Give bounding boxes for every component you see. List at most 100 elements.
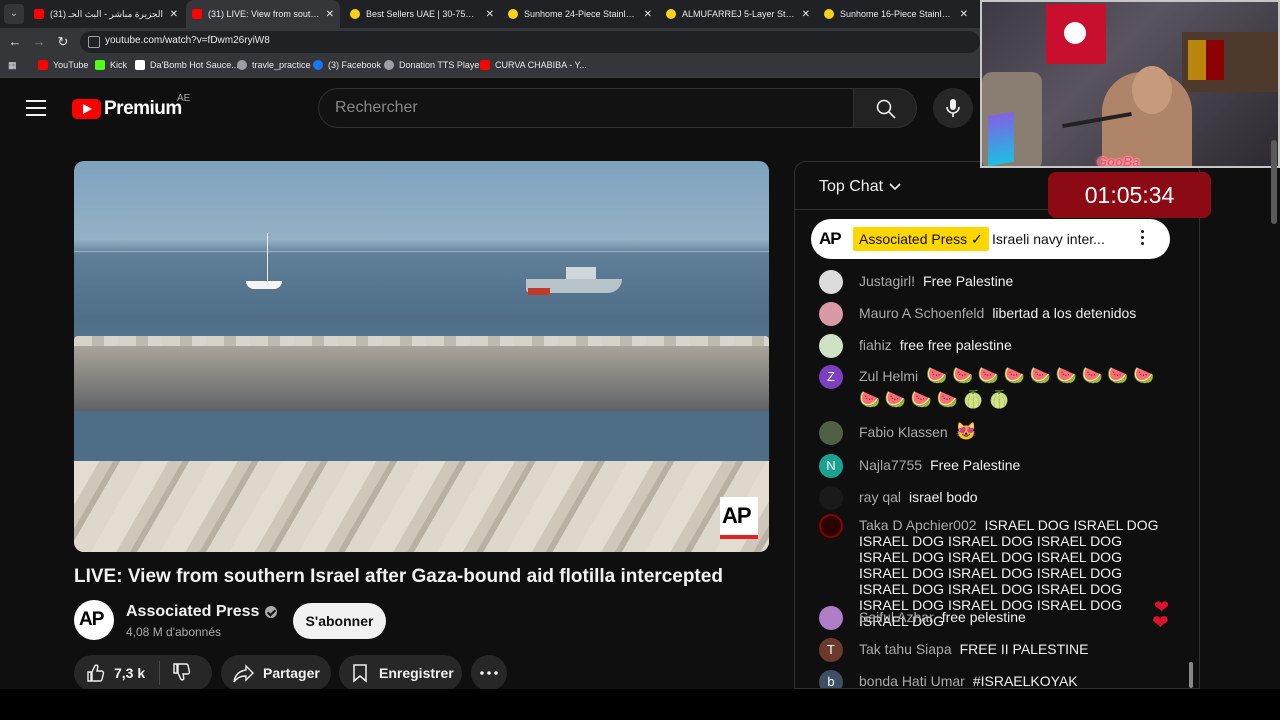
browser-tab-active[interactable]: (31) LIVE: View from southern Is ✕ xyxy=(186,0,340,28)
page-scrollbar[interactable] xyxy=(1271,140,1277,224)
video-title: LIVE: View from southern Israel after Ga… xyxy=(74,566,723,587)
close-tab-icon[interactable]: ✕ xyxy=(802,9,810,20)
browser-tab[interactable]: ALMUFARREJ 5-Layer Stylish Sh ✕ xyxy=(660,0,816,28)
search-icon xyxy=(876,99,896,119)
avatar[interactable]: Z xyxy=(819,365,843,389)
ap-watermark: AP xyxy=(720,497,758,539)
avatar[interactable] xyxy=(819,421,843,445)
bookmark-kick[interactable]: Kick xyxy=(95,60,127,70)
pinned-message-text: Israeli navy inter... xyxy=(992,231,1105,247)
bookmark-dabomb[interactable]: Da'Bomb Hot Sauce... xyxy=(135,60,239,70)
avatar[interactable] xyxy=(819,270,843,294)
globe-icon xyxy=(384,60,394,70)
taskbar-strip xyxy=(0,689,1280,720)
tunisia-flag xyxy=(1046,4,1106,64)
search-button[interactable] xyxy=(853,88,917,128)
like-count: 7,3 k xyxy=(114,665,146,681)
tetrapod-rocks xyxy=(74,461,769,552)
subscriber-count: 4,08 M d'abonnés xyxy=(126,625,222,639)
subscribe-button[interactable]: S'abonner xyxy=(293,603,386,639)
share-button[interactable]: Partager xyxy=(221,655,331,691)
kick-icon xyxy=(95,60,105,70)
share-icon xyxy=(233,664,254,683)
tab-search-button[interactable]: ⌄ xyxy=(4,4,24,24)
back-arrow-icon[interactable]: ← xyxy=(6,33,24,51)
reload-icon[interactable]: ↻ xyxy=(54,33,72,51)
forward-arrow-icon[interactable]: → xyxy=(30,33,48,51)
avatar[interactable] xyxy=(819,334,843,358)
kebab-menu-icon[interactable] xyxy=(1141,230,1145,248)
browser-tab[interactable]: Sunhome 24-Piece Stainless St ✕ xyxy=(502,0,658,28)
stream-timer: 01:05:34 xyxy=(1048,172,1211,218)
menu-icon[interactable] xyxy=(26,100,46,116)
avatar[interactable] xyxy=(819,514,843,538)
youtube-icon xyxy=(480,60,490,70)
pinned-ap-logo: AP xyxy=(819,229,842,248)
avatar[interactable]: b xyxy=(819,670,843,688)
microphone-icon xyxy=(946,99,960,117)
thumbs-up-icon xyxy=(87,664,105,682)
breakwater-wall xyxy=(74,346,769,411)
thumbs-down-icon xyxy=(173,662,191,681)
bookmark-icon xyxy=(353,664,367,683)
search-input[interactable]: Rechercher xyxy=(318,88,854,128)
browser-tab[interactable]: (31) الجزيرة مباشر - البث الحـ ✕ xyxy=(28,0,184,28)
address-bar[interactable]: youtube.com/watch?v=fDwm26ryiW8 xyxy=(80,31,980,53)
live-chat-panel: Top Chat AP Associated Press ✓ Israeli n… xyxy=(794,161,1200,689)
verified-check-icon xyxy=(265,606,278,618)
browser-tab[interactable]: Sunhome 16-Piece Stainless St ✕ xyxy=(818,0,974,28)
apps-grid-icon[interactable]: ▦ xyxy=(8,60,17,71)
compass-icon xyxy=(237,60,247,70)
close-tab-icon[interactable]: ✕ xyxy=(644,9,652,20)
youtube-premium-logo[interactable]: Premium xyxy=(72,98,182,120)
like-button[interactable]: 7,3 k xyxy=(86,663,145,683)
youtube-play-icon xyxy=(72,99,101,119)
pinned-message[interactable]: AP Associated Press ✓ Israeli navy inter… xyxy=(811,219,1170,259)
channel-avatar[interactable]: AP xyxy=(74,600,114,640)
streamer-name: GooBa xyxy=(1097,154,1140,168)
youtube-icon xyxy=(38,60,48,70)
youtube-favicon-icon xyxy=(192,9,202,19)
url-text: youtube.com/watch?v=fDwm26ryiW8 xyxy=(105,35,270,46)
smile-favicon-icon xyxy=(350,9,360,19)
smile-favicon-icon xyxy=(666,9,676,19)
browser-tab[interactable]: Best Sellers UAE | 30-75% OFF | ✕ xyxy=(344,0,500,28)
rgb-light xyxy=(988,111,1014,166)
video-player[interactable]: AP xyxy=(74,161,769,552)
avatar[interactable] xyxy=(819,302,843,326)
sailboat xyxy=(246,281,282,289)
site-info-icon[interactable] xyxy=(88,36,100,48)
chat-scrollbar[interactable] xyxy=(1189,662,1193,688)
avatar[interactable] xyxy=(819,486,843,510)
facebook-icon xyxy=(313,60,323,70)
more-actions-button[interactable] xyxy=(471,655,507,691)
bookmark-facebook[interactable]: (3) Facebook xyxy=(313,60,381,70)
like-dislike-group: 7,3 k xyxy=(74,655,212,691)
voice-search-button[interactable] xyxy=(933,88,973,128)
avatar[interactable] xyxy=(819,606,843,630)
dislike-button[interactable] xyxy=(172,662,192,685)
close-tab-icon[interactable]: ✕ xyxy=(960,9,968,20)
close-tab-icon[interactable]: ✕ xyxy=(326,9,334,20)
save-button[interactable]: Enregistrer xyxy=(339,655,462,691)
close-tab-icon[interactable]: ✕ xyxy=(170,9,178,20)
smile-favicon-icon xyxy=(508,9,518,19)
pinned-author-badge: Associated Press ✓ xyxy=(853,227,989,251)
bookmark-donation[interactable]: Donation TTS Player xyxy=(384,60,482,70)
search-placeholder: Rechercher xyxy=(335,99,418,116)
streamer-webcam-overlay: GooBa xyxy=(980,0,1280,168)
close-tab-icon[interactable]: ✕ xyxy=(486,9,494,20)
link-icon xyxy=(135,60,145,70)
avatar[interactable]: T xyxy=(819,638,843,662)
youtube-favicon-icon xyxy=(34,9,44,19)
smile-favicon-icon xyxy=(824,9,834,19)
heart-reaction-icon: ❤ xyxy=(1152,612,1169,634)
bookmark-youtube[interactable]: YouTube xyxy=(38,60,88,70)
bookmark-curva[interactable]: CURVA CHABIBA - Y... xyxy=(480,60,587,70)
sailboat-mast xyxy=(267,233,268,283)
chat-mode-dropdown[interactable]: Top Chat xyxy=(819,178,901,196)
chevron-down-icon xyxy=(889,183,901,191)
channel-name[interactable]: Associated Press xyxy=(126,603,278,621)
avatar[interactable]: N xyxy=(819,454,843,478)
bookmark-travle[interactable]: travle_practice xyxy=(237,60,311,70)
